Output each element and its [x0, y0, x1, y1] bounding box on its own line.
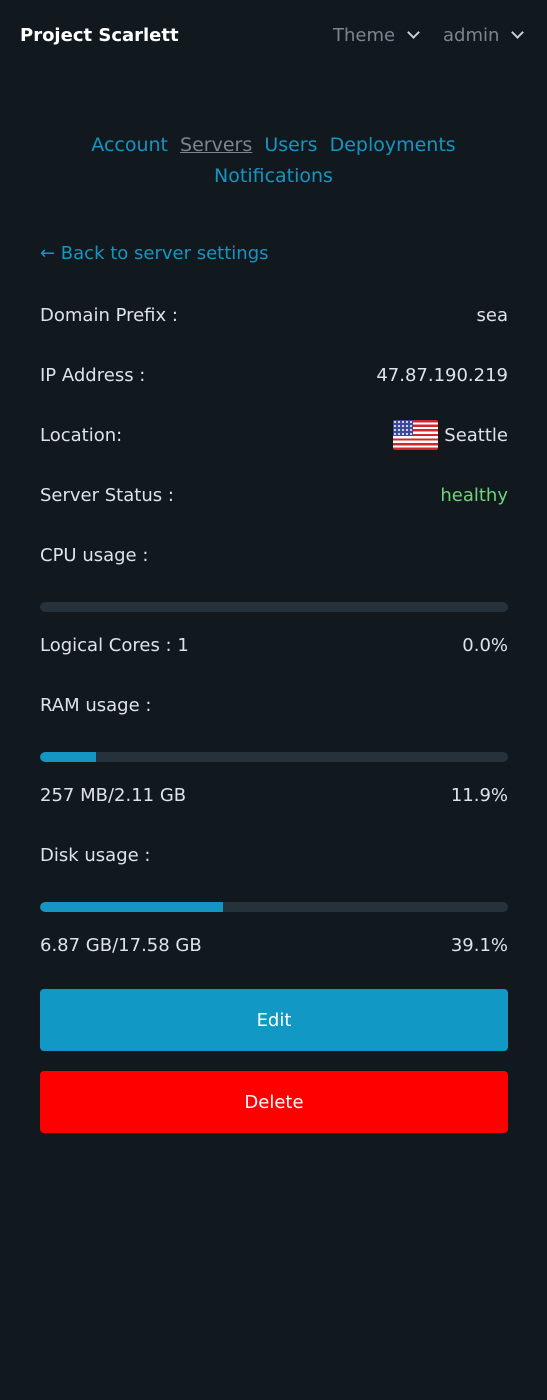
cpu-details-row: Logical Cores : 1 0.0% — [40, 632, 508, 658]
ram-percent: 11.9% — [450, 784, 508, 806]
ram-details-row: 257 MB/2.11 GB 11.9% — [40, 782, 508, 808]
logical-cores-text: Logical Cores : 1 — [40, 634, 189, 656]
chevron-down-icon — [511, 26, 525, 39]
server-status-badge: healthy — [440, 484, 508, 506]
theme-dropdown[interactable]: Theme — [333, 25, 420, 46]
domain-prefix-row: Domain Prefix : sea — [40, 302, 508, 328]
domain-prefix-label: Domain Prefix : — [40, 304, 178, 326]
top-bar: Project Scarlett Theme admin — [0, 0, 547, 74]
disk-usage-label: Disk usage : — [40, 844, 151, 866]
brand-title[interactable]: Project Scarlett — [20, 25, 179, 46]
chevron-down-icon — [407, 26, 420, 39]
cpu-usage-label: CPU usage : — [40, 544, 149, 566]
location-row: Location: Seattle — [40, 420, 508, 450]
nav-item-servers[interactable]: Servers — [180, 134, 252, 156]
ram-usage-label: RAM usage : — [40, 694, 152, 716]
server-status-label: Server Status : — [40, 484, 174, 506]
ram-usage-row: RAM usage : — [40, 692, 508, 718]
ip-address-value: 47.87.190.219 — [376, 364, 508, 386]
domain-prefix-value: sea — [476, 304, 508, 326]
server-status-row: Server Status : healthy — [40, 482, 508, 508]
location-label: Location: — [40, 424, 123, 446]
location-value: Seattle — [444, 424, 508, 446]
location-value-group: Seattle — [393, 420, 508, 450]
nav-item-users[interactable]: Users — [264, 134, 317, 156]
back-to-server-settings-link[interactable]: ← Back to server settings — [40, 243, 269, 264]
disk-usage-row: Disk usage : — [40, 842, 508, 868]
disk-usage-bar — [40, 902, 508, 912]
ip-address-row: IP Address : 47.87.190.219 — [40, 362, 508, 388]
ram-amount: 257 MB/2.11 GB — [40, 784, 187, 806]
cpu-percent: 0.0% — [462, 634, 508, 656]
disk-amount: 6.87 GB/17.58 GB — [40, 934, 202, 956]
us-flag-icon — [393, 420, 439, 450]
ip-address-label: IP Address : — [40, 364, 146, 386]
disk-usage-fill — [40, 902, 223, 912]
nav-item-account[interactable]: Account — [91, 134, 168, 156]
cpu-usage-bar — [40, 602, 508, 612]
disk-details-row: 6.87 GB/17.58 GB 39.1% — [40, 932, 508, 958]
nav-item-deployments[interactable]: Deployments — [330, 134, 456, 156]
ram-usage-fill — [40, 752, 96, 762]
nav-item-notifications[interactable]: Notifications — [214, 165, 333, 187]
settings-nav: Account Servers Users Deployments Notifi… — [0, 130, 547, 192]
user-dropdown-label: admin — [443, 25, 500, 46]
disk-percent: 39.1% — [450, 934, 508, 956]
user-dropdown[interactable]: admin — [443, 25, 525, 46]
ram-usage-bar — [40, 752, 508, 762]
edit-button[interactable]: Edit — [40, 989, 508, 1051]
theme-dropdown-label: Theme — [333, 25, 396, 46]
delete-button[interactable]: Delete — [40, 1071, 508, 1133]
cpu-usage-row: CPU usage : — [40, 542, 508, 568]
